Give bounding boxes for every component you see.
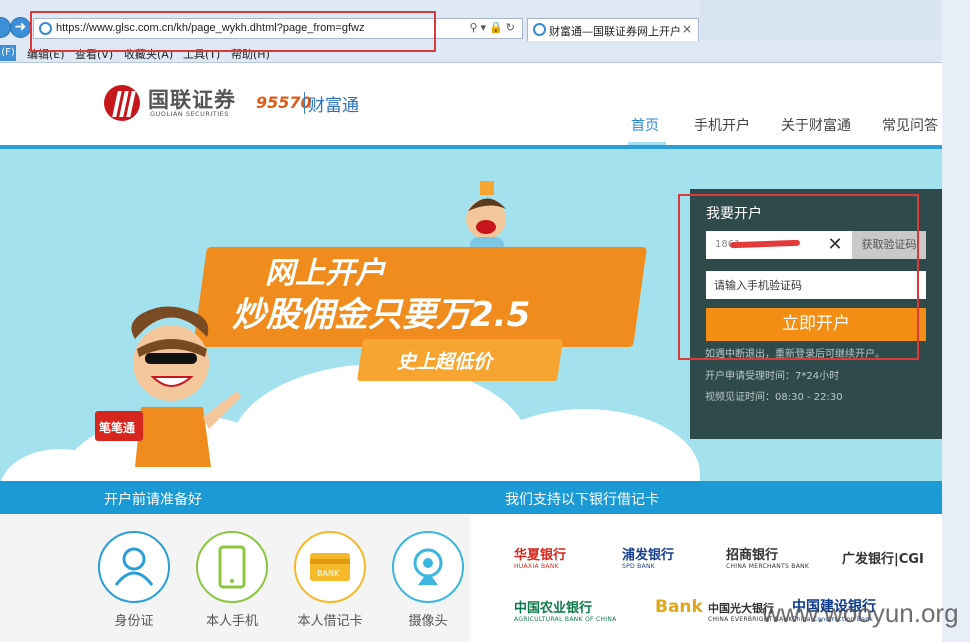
- chevron-down-icon[interactable]: ▾: [481, 21, 490, 34]
- prep-section-title: 开户前请准备好: [104, 492, 202, 508]
- prep-label-bank-card: 本人借记卡: [297, 614, 363, 629]
- mascot-tag-label: 笔笔通: [99, 420, 135, 435]
- phone-icon: [218, 545, 246, 589]
- search-icon[interactable]: ⚲: [469, 21, 480, 34]
- refresh-icon[interactable]: ↻: [506, 21, 518, 34]
- card-label: BANK: [317, 569, 340, 578]
- bank-name: 华夏银行: [514, 548, 567, 563]
- video-hours-note: 视频见证时间：08:30 - 22:30: [705, 392, 843, 403]
- site-header: 国联证券 GUOLIAN SECURITIES 95570 财富通 首页 手机开…: [0, 63, 942, 148]
- bank-logo-abc: 中国农业银行 AGRICULTURAL BANK OF CHINA: [514, 597, 617, 623]
- promo-tagline: 史上超低价: [397, 351, 493, 373]
- prep-label-phone: 本人手机: [205, 614, 258, 629]
- bank-name: 中国农业银行: [514, 601, 593, 616]
- prep-item-phone: [196, 531, 268, 603]
- prep-section-header: 开户前请准备好: [0, 481, 470, 521]
- promo-headline: 炒股佣金只要万2.5: [232, 295, 531, 335]
- logo-mark-icon[interactable]: [104, 85, 140, 121]
- hours-note: 开户申请受理时间：7*24小时: [705, 371, 840, 382]
- ie-icon: [533, 23, 546, 36]
- nav-about[interactable]: 关于财富通: [781, 115, 851, 135]
- promo-title: 网上开户: [265, 256, 385, 291]
- address-tools[interactable]: ⚲▾🔒↻: [469, 21, 518, 34]
- window-edge: [942, 0, 970, 642]
- close-icon[interactable]: ×: [682, 22, 692, 36]
- browser-tab[interactable]: 财富通—国联证券网上开户 ×: [527, 18, 699, 41]
- bank-logo-bank: Bank: [655, 597, 703, 617]
- bank-name: Bank: [655, 597, 703, 617]
- bank-name: 招商银行: [726, 548, 779, 563]
- watermark-text: www.wooyun.org: [762, 598, 959, 628]
- bank-subname: HUAXIA BANK: [514, 563, 559, 570]
- prep-item-webcam: [392, 531, 464, 603]
- background-tabs: [700, 0, 940, 40]
- bank-logo-huaxia: 华夏银行 HUAXIA BANK: [514, 544, 566, 570]
- forward-icon[interactable]: ➜: [10, 17, 31, 38]
- tab-title[interactable]: 财富通—国联证券网上开户: [549, 23, 681, 39]
- webcam-icon: [413, 548, 443, 585]
- mascot-character-icon: 笔笔通: [95, 306, 241, 467]
- bank-subname: CHINA MERCHANTS BANK: [726, 563, 810, 570]
- person-icon: [114, 547, 154, 586]
- product-name: 财富通: [308, 96, 359, 116]
- logo-divider: [304, 92, 305, 114]
- banks-section-title: 我们支持以下银行借记卡: [505, 492, 659, 508]
- nav-home[interactable]: 首页: [631, 115, 659, 135]
- panel-highlight-box: [678, 194, 919, 360]
- bank-name: 浦发银行: [622, 548, 675, 563]
- prep-label-webcam: 摄像头: [408, 614, 448, 629]
- prep-item-id-card: [98, 531, 170, 603]
- prep-list: BANK 身份证 本人手机 本人借记卡 摄像头: [0, 514, 470, 642]
- bank-logo-cmb: 招商银行 CHINA MERCHANTS BANK: [726, 544, 809, 570]
- banks-section-header: 我们支持以下银行借记卡: [470, 481, 942, 521]
- nav-mobile-open[interactable]: 手机开户: [694, 115, 750, 135]
- nav-faq[interactable]: 常见问答: [882, 115, 938, 135]
- bank-logo-cgb: 广发银行|CGI: [842, 548, 924, 567]
- address-highlight-box: [30, 11, 436, 52]
- bank-logo-spdb: 浦发银行 SPD BANK: [622, 544, 674, 570]
- logo-subtext: GUOLIAN SECURITIES: [150, 110, 229, 118]
- bank-subname: SPD BANK: [622, 563, 655, 570]
- bank-card-icon: BANK: [310, 553, 350, 581]
- bank-name: 广发银行|CGI: [842, 552, 924, 567]
- prep-item-bank-card: BANK: [294, 531, 366, 603]
- bank-subname: AGRICULTURAL BANK OF CHINA: [514, 616, 617, 623]
- menu-file[interactable]: (F): [0, 45, 16, 61]
- prep-label-id-card: 身份证: [114, 614, 154, 629]
- lock-icon[interactable]: 🔒: [489, 21, 506, 34]
